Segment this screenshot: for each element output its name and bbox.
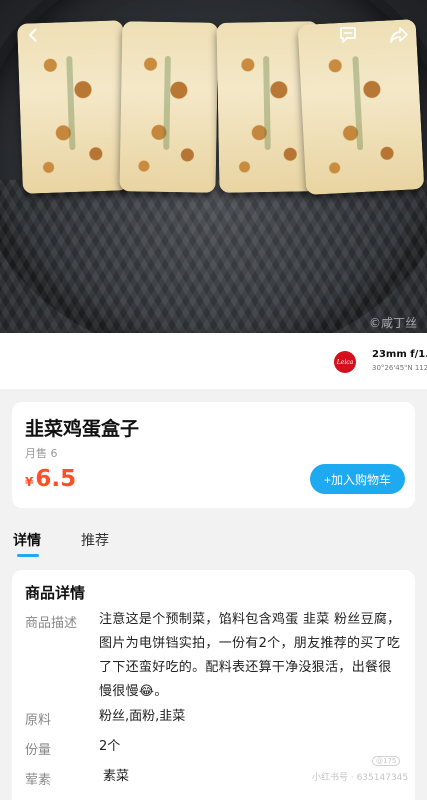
tab-recommend[interactable]: 推荐 xyxy=(81,530,109,550)
product-photo[interactable]: ©咸丁丝 xyxy=(0,0,427,333)
camera-spec: 23mm f/1.9 xyxy=(372,349,427,360)
camera-brand-logo: Leica xyxy=(334,351,356,373)
footer-watermark: 小红书号 · 635147345 xyxy=(312,773,409,783)
pan-surface xyxy=(0,180,427,333)
product-title: 韭菜鸡蛋盒子 xyxy=(25,418,140,440)
portion-value: 2个 xyxy=(99,739,121,754)
price-value: 6.5 xyxy=(35,466,77,492)
veg-value: 素菜 xyxy=(103,769,130,784)
camera-info-strip: Leica 23mm f/1.9 30°26'45"N 112 xyxy=(0,333,427,389)
product-price: ¥ 6.5 xyxy=(25,466,76,492)
product-card: 韭菜鸡蛋盒子 月售 6 ¥ 6.5 +加入购物车 xyxy=(12,402,415,508)
currency-symbol: ¥ xyxy=(25,475,34,489)
chevron-left-icon xyxy=(29,28,37,42)
description-label: 商品描述 xyxy=(25,616,78,631)
description-text: 注意这是个预制菜，馅料包含鸡蛋 韭菜 粉丝豆腐，图片为电饼铛实拍，一份有2个，朋… xyxy=(99,612,401,699)
monthly-sales: 月售 6 xyxy=(25,447,58,460)
detail-tabs: 详情 推荐 xyxy=(0,520,427,558)
share-icon xyxy=(390,27,408,43)
product-detail-card: 商品详情 商品描述 注意这是个预制菜，馅料包含鸡蛋 韭菜 粉丝豆腐，图片为电饼铛… xyxy=(12,570,415,800)
comment-icon xyxy=(340,27,356,43)
chive-pocket-2 xyxy=(119,21,219,193)
camera-gps: 30°26'45"N 112 xyxy=(372,364,427,372)
detail-heading: 商品详情 xyxy=(25,584,86,602)
active-tab-indicator xyxy=(17,554,39,557)
ingredients-value: 粉丝,面粉,韭菜 xyxy=(99,709,186,724)
photo-watermark: ©咸丁丝 xyxy=(368,316,417,330)
add-to-cart-button[interactable]: +加入购物车 xyxy=(310,464,405,494)
tab-details[interactable]: 详情 xyxy=(13,530,41,550)
veg-label: 荤素 xyxy=(25,773,52,788)
share-button[interactable] xyxy=(384,20,414,50)
portion-label: 份量 xyxy=(25,743,52,758)
comment-button[interactable] xyxy=(333,20,363,50)
ingredients-label: 原料 xyxy=(25,713,52,728)
watermark-badge: @175 xyxy=(372,756,401,766)
back-button[interactable] xyxy=(18,20,48,50)
